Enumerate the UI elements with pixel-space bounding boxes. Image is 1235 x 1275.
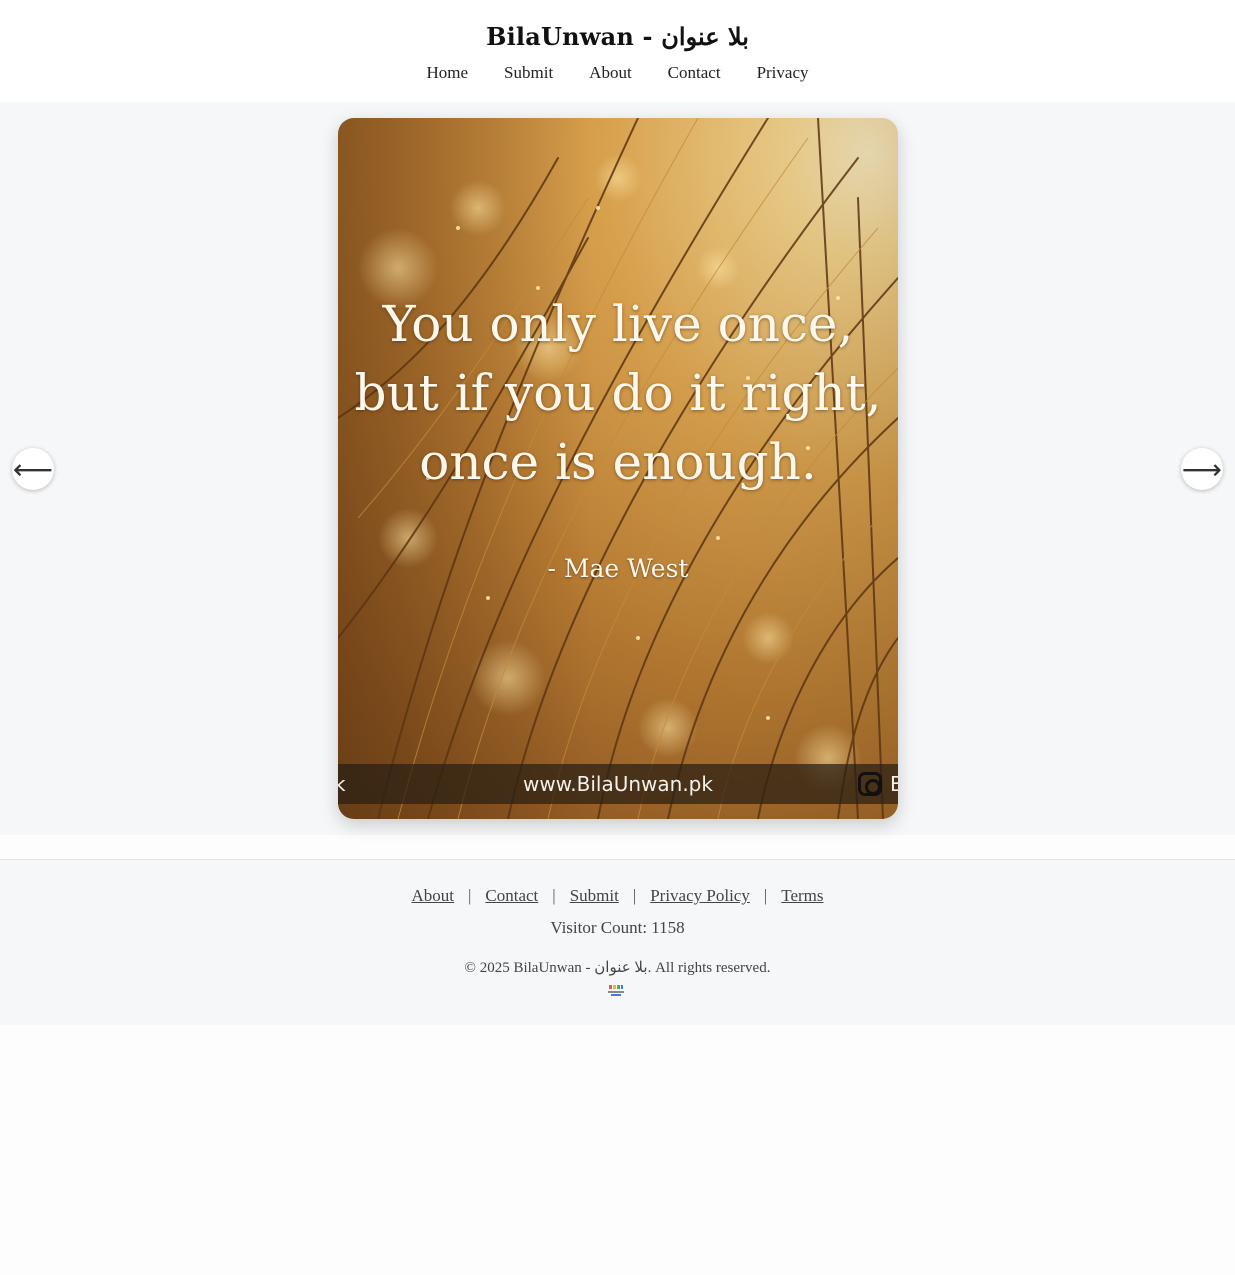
quote-line: once is enough. [419, 433, 817, 491]
watermark-url: www.BilaUnwan.pk [523, 772, 713, 796]
footer-contact-link[interactable]: Contact [485, 886, 538, 906]
footer-submit-link[interactable]: Submit [570, 886, 619, 906]
quote-author: - Mae West [547, 554, 689, 583]
footer-separator: | [467, 886, 472, 905]
instagram-icon [858, 772, 882, 796]
watermark-bar: k www.BilaUnwan.pk B [338, 764, 898, 804]
quote-line: but if you do it right, [354, 364, 882, 422]
footer-about-link[interactable]: About [411, 886, 454, 906]
site-footer: About | Contact | Submit | Privacy Polic… [0, 859, 1235, 1025]
quote-image-card[interactable]: You only live once, but if you do it rig… [338, 118, 898, 819]
visitor-count: Visitor Count: 1158 [550, 918, 685, 937]
arrow-left-icon: ⟵ [12, 452, 54, 486]
footer-separator: | [632, 886, 637, 905]
nav-privacy-link[interactable]: Privacy [757, 63, 809, 83]
footer-separator: | [763, 886, 768, 905]
nav-submit-link[interactable]: Submit [504, 63, 553, 83]
quote-text: You only live once, but if you do it rig… [338, 290, 898, 497]
site-title[interactable]: BilaUnwan - بلا عنوان [0, 22, 1235, 51]
image-slider: You only live once, but if you do it rig… [0, 102, 1235, 835]
watermark-right-text: B [890, 772, 898, 796]
copyright-text: © 2025 BilaUnwan - بلا عنوان. All rights… [464, 960, 771, 976]
footer-terms-link[interactable]: Terms [781, 886, 823, 906]
footer-separator: | [552, 886, 556, 905]
footer-privacy-policy-link[interactable]: Privacy Policy [650, 886, 750, 906]
site-header: BilaUnwan - بلا عنوان Home Submit About … [0, 0, 1235, 102]
site-logo-icon [608, 985, 624, 996]
main-nav: Home Submit About Contact Privacy [0, 63, 1235, 83]
footer-links: About | Contact | Submit | Privacy Polic… [0, 886, 1235, 906]
nav-contact-link[interactable]: Contact [668, 63, 721, 83]
next-slide-button[interactable]: ⟶ [1181, 448, 1223, 490]
nav-home-link[interactable]: Home [427, 63, 469, 83]
quote-line: You only live once, [382, 295, 854, 353]
nav-about-link[interactable]: About [589, 63, 632, 83]
arrow-right-icon: ⟶ [1181, 452, 1223, 486]
previous-slide-button[interactable]: ⟵ [12, 448, 54, 490]
